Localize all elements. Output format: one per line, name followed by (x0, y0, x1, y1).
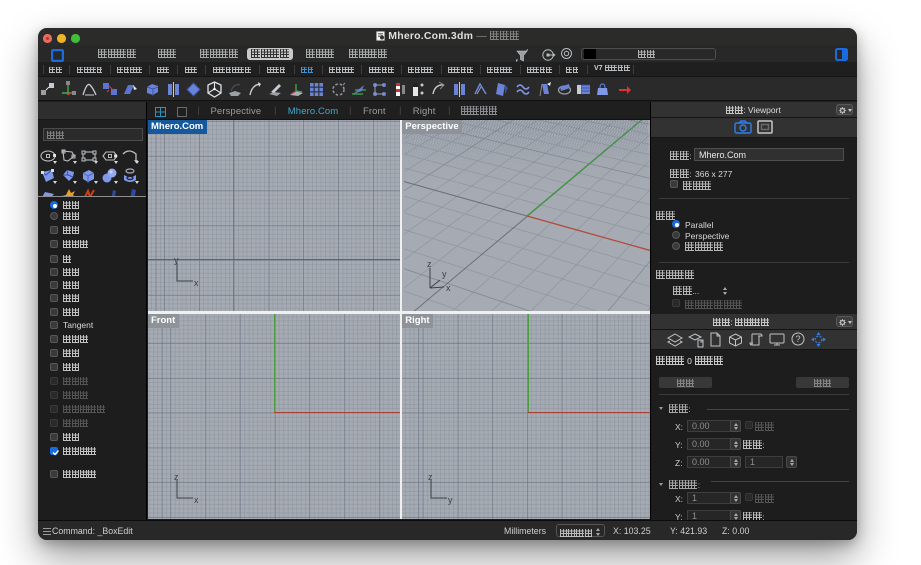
svg-text:z: z (174, 472, 179, 482)
svg-text:x: x (194, 278, 199, 288)
svg-text:x: x (194, 495, 199, 505)
svg-text:z: z (427, 260, 432, 269)
svg-text:?: ? (796, 334, 801, 344)
svg-text:x: x (446, 283, 451, 293)
svg-text:z: z (428, 472, 433, 482)
svg-text:y: y (174, 255, 179, 265)
svg-text:y: y (448, 495, 453, 505)
svg-text:y: y (442, 269, 447, 279)
